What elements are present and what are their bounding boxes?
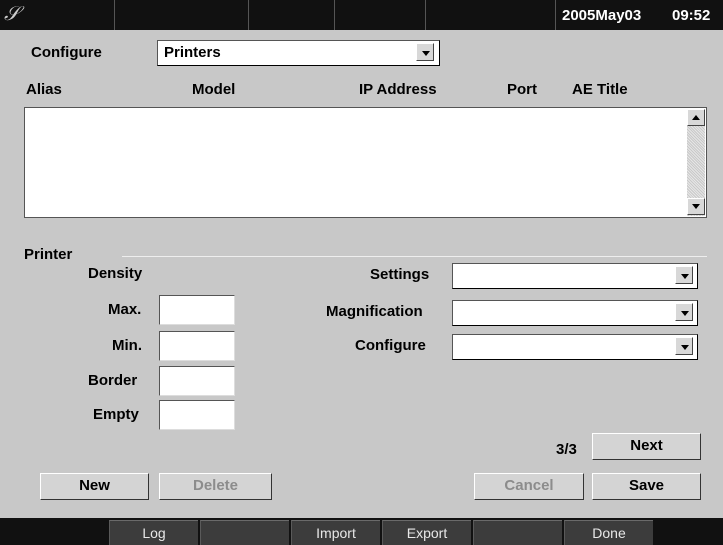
status-time: 09:52 xyxy=(672,7,711,24)
new-button[interactable]: New xyxy=(40,473,149,500)
column-header-alias: Alias xyxy=(26,81,62,98)
page-indicator: 3/3 xyxy=(556,441,577,458)
magnification-label: Magnification xyxy=(326,303,423,320)
empty-toolbar-button[interactable] xyxy=(473,520,562,545)
save-button[interactable]: Save xyxy=(592,473,701,500)
chevron-down-icon[interactable] xyxy=(675,337,693,355)
scroll-down-icon[interactable] xyxy=(687,198,705,215)
min-density-field[interactable] xyxy=(159,331,235,361)
printer-configure-label: Configure xyxy=(355,337,426,354)
density-label: Density xyxy=(88,265,143,282)
status-divider xyxy=(555,0,556,30)
printer-list[interactable] xyxy=(24,107,707,218)
status-divider xyxy=(425,0,426,30)
logo-icon: 𝒮 xyxy=(4,1,20,25)
empty-toolbar-button[interactable] xyxy=(200,520,289,545)
max-density-label: Max. xyxy=(108,301,142,318)
chevron-down-icon[interactable] xyxy=(675,303,693,321)
status-divider xyxy=(334,0,335,30)
chevron-down-icon[interactable] xyxy=(416,43,434,61)
bottom-toolbar: Log Import Export Done xyxy=(0,518,723,545)
max-density-field[interactable] xyxy=(159,295,235,325)
export-button[interactable]: Export xyxy=(382,520,471,545)
settings-label: Settings xyxy=(370,266,430,283)
column-header-ip-address: IP Address xyxy=(359,81,437,98)
min-density-label: Min. xyxy=(112,337,142,354)
empty-density-field[interactable] xyxy=(159,400,235,430)
configure-select[interactable]: Printers xyxy=(157,40,440,66)
printer-section-label: Printer xyxy=(24,246,73,263)
scroll-up-icon[interactable] xyxy=(687,109,705,126)
border-density-field[interactable] xyxy=(159,366,235,396)
chevron-down-icon[interactable] xyxy=(675,266,693,284)
settings-select[interactable] xyxy=(452,263,698,289)
next-button[interactable]: Next xyxy=(592,433,701,460)
configure-select-value: Printers xyxy=(164,44,221,61)
section-divider xyxy=(122,256,707,257)
configure-label: Configure xyxy=(31,44,102,61)
column-header-port: Port xyxy=(507,81,537,98)
done-button[interactable]: Done xyxy=(564,520,653,545)
border-density-label: Border xyxy=(88,372,138,389)
log-button[interactable]: Log xyxy=(109,520,198,545)
column-header-model: Model xyxy=(192,81,236,98)
status-divider xyxy=(248,0,249,30)
list-scrollbar[interactable] xyxy=(687,109,705,216)
cancel-button[interactable]: Cancel xyxy=(474,473,584,500)
top-status-bar: 𝒮 2005May03 09:52 xyxy=(0,0,723,30)
status-date: 2005May03 xyxy=(562,7,642,24)
magnification-select[interactable] xyxy=(452,300,698,326)
delete-button[interactable]: Delete xyxy=(159,473,272,500)
column-header-ae-title: AE Title xyxy=(572,81,628,98)
empty-density-label: Empty xyxy=(93,406,139,423)
status-divider xyxy=(114,0,115,30)
printer-configure-select[interactable] xyxy=(452,334,698,360)
import-button[interactable]: Import xyxy=(291,520,380,545)
